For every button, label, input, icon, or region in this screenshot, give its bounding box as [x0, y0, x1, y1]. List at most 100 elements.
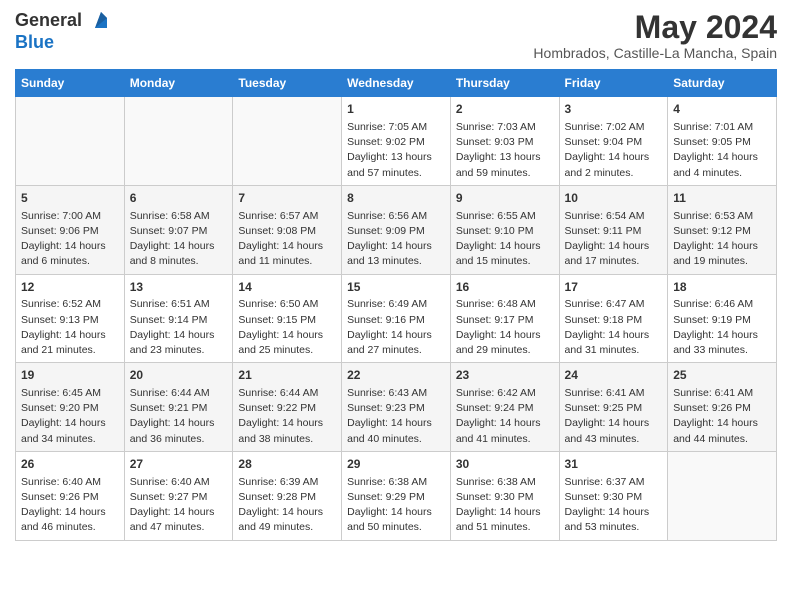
- day-cell: 10 Sunrise: 6:54 AM Sunset: 9:11 PM Dayli…: [559, 185, 668, 274]
- day-cell: 20Sunrise: 6:44 AM Sunset: 9:21 PM Dayli…: [124, 363, 233, 452]
- day-number: 25: [673, 367, 771, 384]
- day-number: 13: [130, 279, 228, 296]
- day-cell: 4Sunrise: 7:01 AM Sunset: 9:05 PM Daylig…: [668, 97, 777, 186]
- location: Hombrados, Castille-La Mancha, Spain: [533, 45, 777, 61]
- day-info: Sunrise: 6:51 AM Sunset: 9:14 PM Dayligh…: [130, 297, 228, 358]
- day-cell: [233, 97, 342, 186]
- day-cell: 2Sunrise: 7:03 AM Sunset: 9:03 PM Daylig…: [450, 97, 559, 186]
- day-cell: 26 Sunrise: 6:40 AM Sunset: 9:26 PM Dayli…: [16, 451, 125, 540]
- col-header-sunday: Sunday: [16, 70, 125, 97]
- col-header-thursday: Thursday: [450, 70, 559, 97]
- day-cell: [668, 451, 777, 540]
- day-info: Sunrise: 6:49 AM Sunset: 9:16 PM Dayligh…: [347, 297, 445, 358]
- day-cell: 12Sunrise: 6:52 AM Sunset: 9:13 PM Dayli…: [16, 274, 125, 363]
- day-info: Sunrise: 6:41 AM Sunset: 9:26 PM Dayligh…: [673, 386, 771, 447]
- day-cell: 18Sunrise: 6:46 AM Sunset: 9:19 PM Dayli…: [668, 274, 777, 363]
- day-cell: 21Sunrise: 6:44 AM Sunset: 9:22 PM Dayli…: [233, 363, 342, 452]
- day-info: Sunrise: 6:58 AM Sunset: 9:07 PM Dayligh…: [130, 209, 228, 270]
- day-cell: 23 Sunrise: 6:42 AM Sunset: 9:24 PM Dayli…: [450, 363, 559, 452]
- day-info: Sunrise: 6:40 AM Sunset: 9:26 PM Dayligh…: [21, 475, 119, 536]
- day-info: Sunrise: 6:37 AM Sunset: 9:30 PM Dayligh…: [565, 475, 663, 536]
- day-info: Sunrise: 6:47 AM Sunset: 9:18 PM Dayligh…: [565, 297, 663, 358]
- col-header-tuesday: Tuesday: [233, 70, 342, 97]
- day-number: 29: [347, 456, 445, 473]
- day-number: 17: [565, 279, 663, 296]
- day-cell: 3 Sunrise: 7:02 AM Sunset: 9:04 PM Daylig…: [559, 97, 668, 186]
- day-number: 12: [21, 279, 119, 296]
- day-info: Sunrise: 6:54 AM Sunset: 9:11 PM Dayligh…: [565, 209, 663, 270]
- day-cell: 5Sunrise: 7:00 AM Sunset: 9:06 PM Daylig…: [16, 185, 125, 274]
- day-info: Sunrise: 6:45 AM Sunset: 9:20 PM Dayligh…: [21, 386, 119, 447]
- col-header-monday: Monday: [124, 70, 233, 97]
- calendar-header-row: SundayMondayTuesdayWednesdayThursdayFrid…: [16, 70, 777, 97]
- day-number: 6: [130, 190, 228, 207]
- day-number: 15: [347, 279, 445, 296]
- day-info: Sunrise: 6:40 AM Sunset: 9:27 PM Dayligh…: [130, 475, 228, 536]
- day-number: 3: [565, 101, 663, 118]
- day-info: Sunrise: 6:53 AM Sunset: 9:12 PM Dayligh…: [673, 209, 771, 270]
- day-number: 31: [565, 456, 663, 473]
- day-cell: 6 Sunrise: 6:58 AM Sunset: 9:07 PM Daylig…: [124, 185, 233, 274]
- day-info: Sunrise: 6:56 AM Sunset: 9:09 PM Dayligh…: [347, 209, 445, 270]
- day-info: Sunrise: 7:05 AM Sunset: 9:02 PM Dayligh…: [347, 120, 445, 181]
- day-cell: 19 Sunrise: 6:45 AM Sunset: 9:20 PM Dayli…: [16, 363, 125, 452]
- day-number: 14: [238, 279, 336, 296]
- day-number: 16: [456, 279, 554, 296]
- day-cell: 27 Sunrise: 6:40 AM Sunset: 9:27 PM Dayli…: [124, 451, 233, 540]
- day-number: 2: [456, 101, 554, 118]
- week-row-5: 26 Sunrise: 6:40 AM Sunset: 9:26 PM Dayli…: [16, 451, 777, 540]
- day-info: Sunrise: 6:43 AM Sunset: 9:23 PM Dayligh…: [347, 386, 445, 447]
- day-number: 1: [347, 101, 445, 118]
- day-info: Sunrise: 6:39 AM Sunset: 9:28 PM Dayligh…: [238, 475, 336, 536]
- day-cell: 22 Sunrise: 6:43 AM Sunset: 9:23 PM Dayli…: [342, 363, 451, 452]
- day-cell: 25 Sunrise: 6:41 AM Sunset: 9:26 PM Dayli…: [668, 363, 777, 452]
- week-row-2: 5Sunrise: 7:00 AM Sunset: 9:06 PM Daylig…: [16, 185, 777, 274]
- month-title: May 2024: [533, 10, 777, 45]
- col-header-friday: Friday: [559, 70, 668, 97]
- day-cell: 8Sunrise: 6:56 AM Sunset: 9:09 PM Daylig…: [342, 185, 451, 274]
- day-cell: 24Sunrise: 6:41 AM Sunset: 9:25 PM Dayli…: [559, 363, 668, 452]
- day-number: 30: [456, 456, 554, 473]
- day-cell: 7Sunrise: 6:57 AM Sunset: 9:08 PM Daylig…: [233, 185, 342, 274]
- page-header: General Blue May 2024 Hombrados, Castill…: [15, 10, 777, 61]
- day-cell: 28Sunrise: 6:39 AM Sunset: 9:28 PM Dayli…: [233, 451, 342, 540]
- logo-icon: [89, 10, 111, 32]
- day-number: 26: [21, 456, 119, 473]
- day-info: Sunrise: 6:50 AM Sunset: 9:15 PM Dayligh…: [238, 297, 336, 358]
- day-number: 22: [347, 367, 445, 384]
- day-cell: 31 Sunrise: 6:37 AM Sunset: 9:30 PM Dayli…: [559, 451, 668, 540]
- day-cell: [16, 97, 125, 186]
- day-info: Sunrise: 6:41 AM Sunset: 9:25 PM Dayligh…: [565, 386, 663, 447]
- day-cell: [124, 97, 233, 186]
- day-number: 7: [238, 190, 336, 207]
- title-block: May 2024 Hombrados, Castille-La Mancha, …: [533, 10, 777, 61]
- day-number: 18: [673, 279, 771, 296]
- day-number: 27: [130, 456, 228, 473]
- day-cell: 16Sunrise: 6:48 AM Sunset: 9:17 PM Dayli…: [450, 274, 559, 363]
- day-info: Sunrise: 6:46 AM Sunset: 9:19 PM Dayligh…: [673, 297, 771, 358]
- col-header-wednesday: Wednesday: [342, 70, 451, 97]
- day-info: Sunrise: 7:02 AM Sunset: 9:04 PM Dayligh…: [565, 120, 663, 181]
- week-row-1: 1 Sunrise: 7:05 AM Sunset: 9:02 PM Daylig…: [16, 97, 777, 186]
- day-number: 21: [238, 367, 336, 384]
- day-info: Sunrise: 7:01 AM Sunset: 9:05 PM Dayligh…: [673, 120, 771, 181]
- week-row-4: 19 Sunrise: 6:45 AM Sunset: 9:20 PM Dayli…: [16, 363, 777, 452]
- day-cell: 14Sunrise: 6:50 AM Sunset: 9:15 PM Dayli…: [233, 274, 342, 363]
- day-cell: 1 Sunrise: 7:05 AM Sunset: 9:02 PM Daylig…: [342, 97, 451, 186]
- logo: General Blue: [15, 10, 111, 53]
- day-cell: 11Sunrise: 6:53 AM Sunset: 9:12 PM Dayli…: [668, 185, 777, 274]
- day-info: Sunrise: 6:55 AM Sunset: 9:10 PM Dayligh…: [456, 209, 554, 270]
- day-number: 19: [21, 367, 119, 384]
- week-row-3: 12Sunrise: 6:52 AM Sunset: 9:13 PM Dayli…: [16, 274, 777, 363]
- day-cell: 9 Sunrise: 6:55 AM Sunset: 9:10 PM Daylig…: [450, 185, 559, 274]
- day-info: Sunrise: 6:38 AM Sunset: 9:30 PM Dayligh…: [456, 475, 554, 536]
- day-number: 10: [565, 190, 663, 207]
- day-info: Sunrise: 6:42 AM Sunset: 9:24 PM Dayligh…: [456, 386, 554, 447]
- calendar-table: SundayMondayTuesdayWednesdayThursdayFrid…: [15, 69, 777, 540]
- col-header-saturday: Saturday: [668, 70, 777, 97]
- day-number: 9: [456, 190, 554, 207]
- day-cell: 17Sunrise: 6:47 AM Sunset: 9:18 PM Dayli…: [559, 274, 668, 363]
- day-info: Sunrise: 6:44 AM Sunset: 9:21 PM Dayligh…: [130, 386, 228, 447]
- day-info: Sunrise: 7:00 AM Sunset: 9:06 PM Dayligh…: [21, 209, 119, 270]
- day-number: 23: [456, 367, 554, 384]
